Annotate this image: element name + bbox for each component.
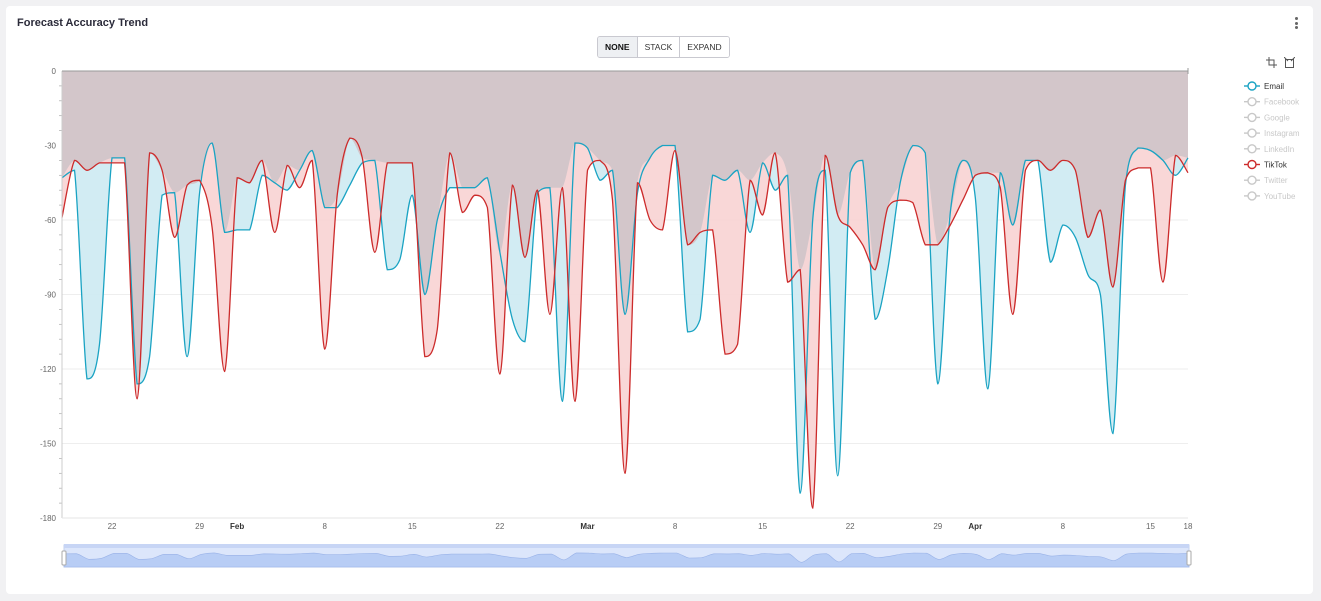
kebab-menu-icon[interactable]: [1295, 17, 1299, 31]
legend-marker-icon: [1247, 144, 1257, 154]
legend-item-email[interactable]: Email: [1264, 82, 1284, 91]
legend-item-linkedin[interactable]: LinkedIn: [1264, 145, 1294, 154]
zoom-select-icon[interactable]: [1266, 57, 1277, 68]
chart-card: Forecast Accuracy Trend NONE STACK EXPAN…: [6, 6, 1313, 594]
stack-mode-stack-button[interactable]: STACK: [636, 37, 680, 57]
legend-item-youtube[interactable]: YouTube: [1264, 192, 1296, 201]
legend-item-tiktok[interactable]: TikTok: [1264, 161, 1288, 170]
stack-mode-toggle: NONE STACK EXPAND: [597, 36, 730, 58]
brush-top-bar: [64, 544, 1189, 548]
legend-marker-icon: [1247, 191, 1257, 201]
legend-marker-icon: [1247, 81, 1257, 91]
legend-item-facebook[interactable]: Facebook: [1264, 98, 1300, 107]
stack-mode-expand-button[interactable]: EXPAND: [679, 37, 729, 57]
chart-title: Forecast Accuracy Trend: [17, 17, 149, 29]
legend-marker-icon: [1247, 112, 1257, 123]
stack-mode-none-button[interactable]: NONE: [598, 37, 637, 57]
legend-item-google[interactable]: Google: [1264, 113, 1290, 122]
brush-handle-right[interactable]: [1186, 550, 1192, 566]
legend-marker-icon: [1247, 96, 1257, 107]
legend-marker-icon: [1247, 159, 1257, 170]
legend-item-instagram[interactable]: Instagram: [1264, 129, 1300, 138]
legend-item-twitter[interactable]: Twitter: [1264, 176, 1288, 185]
range-brush: [61, 544, 1192, 568]
legend-marker-icon: [1247, 175, 1257, 185]
legend-marker-icon: [1247, 128, 1257, 138]
brush-handle-left[interactable]: [61, 550, 67, 566]
zoom-reset-icon[interactable]: [1284, 57, 1295, 68]
